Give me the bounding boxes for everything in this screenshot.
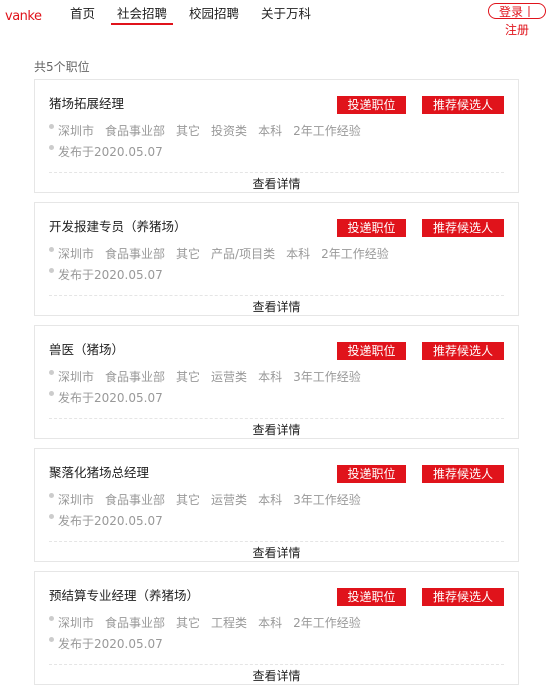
job-tag: 其它 bbox=[176, 124, 201, 138]
job-card: 开发报建专员（养猪场） 投递职位 推荐候选人 深圳市 食品事业部 其它 产品/项目类本… bbox=[34, 202, 519, 316]
recommend-candidate-button[interactable]: 推荐候选人 bbox=[422, 342, 504, 360]
divider bbox=[49, 418, 504, 419]
job-title[interactable]: 兽医（猪场） bbox=[49, 339, 124, 358]
job-title[interactable]: 预结算专业经理（养猪场） bbox=[49, 585, 199, 604]
job-tag: 工程类 bbox=[211, 616, 248, 630]
job-card: 预结算专业经理（养猪场） 投递职位 推荐候选人 深圳市 食品事业部 其它 工程类 本科 2… bbox=[34, 571, 519, 685]
divider bbox=[49, 172, 504, 173]
bullet-icon bbox=[49, 616, 54, 621]
job-tag: 本科 bbox=[258, 370, 283, 384]
job-tag: 2年工作经验 bbox=[293, 124, 361, 138]
job-list: 猪场拓展经理 投递职位 推荐候选人 深圳市 食品事业部 其它 投资类 本科 2年工作经验 … bbox=[34, 79, 519, 694]
register-link[interactable]: 注册 bbox=[505, 21, 529, 38]
job-tag: 其它 bbox=[176, 247, 201, 261]
job-tag: 深圳市 bbox=[58, 616, 95, 630]
job-tag: 运营类 bbox=[211, 370, 248, 384]
publish-date-row: 发布于2020.05.07 bbox=[49, 143, 163, 160]
bullet-icon bbox=[49, 637, 54, 642]
view-details-link[interactable]: 查看详情 bbox=[35, 544, 518, 561]
job-title[interactable]: 聚落化猪场总经理 bbox=[49, 462, 149, 481]
job-tags: 深圳市 食品事业部 其它 工程类 本科 2年工作经验 bbox=[49, 614, 372, 631]
job-tag: 食品事业部 bbox=[105, 124, 166, 138]
job-tag: 产品/项目类 bbox=[211, 247, 276, 261]
publish-date-row: 发布于2020.05.07 bbox=[49, 635, 163, 652]
job-tag: 投资类 bbox=[211, 124, 248, 138]
job-tags: 深圳市 食品事业部 其它 运营类 本科 3年工作经验 bbox=[49, 491, 372, 508]
bullet-icon bbox=[49, 145, 54, 150]
job-tag: 其它 bbox=[176, 370, 201, 384]
job-title[interactable]: 猪场拓展经理 bbox=[49, 93, 124, 112]
job-tag: 2年工作经验 bbox=[321, 247, 389, 261]
apply-button[interactable]: 投递职位 bbox=[337, 342, 406, 360]
publish-date-row: 发布于2020.05.07 bbox=[49, 512, 163, 529]
main-nav: 首页 社会招聘 校园招聘 关于万科 bbox=[64, 0, 327, 25]
bullet-icon bbox=[49, 247, 54, 252]
recommend-candidate-button[interactable]: 推荐候选人 bbox=[422, 588, 504, 606]
view-details-link[interactable]: 查看详情 bbox=[35, 175, 518, 192]
publish-date: 发布于2020.05.07 bbox=[58, 514, 163, 528]
recommend-candidate-button[interactable]: 推荐候选人 bbox=[422, 219, 504, 237]
bullet-icon bbox=[49, 268, 54, 273]
job-tag: 其它 bbox=[176, 493, 201, 507]
view-details-link[interactable]: 查看详情 bbox=[35, 298, 518, 315]
job-tag: 3年工作经验 bbox=[293, 493, 361, 507]
nav-home[interactable]: 首页 bbox=[64, 0, 101, 23]
publish-date: 发布于2020.05.07 bbox=[58, 637, 163, 651]
job-tags: 深圳市 食品事业部 其它 运营类 本科 3年工作经验 bbox=[49, 368, 372, 385]
job-tags: 深圳市 食品事业部 其它 投资类 本科 2年工作经验 bbox=[49, 122, 372, 139]
job-tag: 食品事业部 bbox=[105, 616, 166, 630]
job-tag: 本科 bbox=[258, 493, 283, 507]
vanke-logo[interactable]: vanke bbox=[5, 9, 42, 24]
view-details-link[interactable]: 查看详情 bbox=[35, 421, 518, 438]
job-tag: 本科 bbox=[286, 247, 311, 261]
job-tag: 本科 bbox=[258, 124, 283, 138]
job-tag: 深圳市 bbox=[58, 124, 95, 138]
job-card: 聚落化猪场总经理 投递职位 推荐候选人 深圳市 食品事业部 其它 运营类 本科 3年工作经… bbox=[34, 448, 519, 562]
job-tag: 本科 bbox=[258, 616, 283, 630]
nav-social-recruitment[interactable]: 社会招聘 bbox=[111, 0, 174, 25]
apply-button[interactable]: 投递职位 bbox=[337, 219, 406, 237]
job-tag: 深圳市 bbox=[58, 493, 95, 507]
job-count: 共5个职位 bbox=[34, 60, 90, 74]
publish-date: 发布于2020.05.07 bbox=[58, 391, 163, 405]
job-tags: 深圳市 食品事业部 其它 产品/项目类 本科 2年工作经验 bbox=[49, 245, 400, 262]
divider bbox=[49, 664, 504, 665]
bullet-icon bbox=[49, 391, 54, 396]
bullet-icon bbox=[49, 493, 54, 498]
job-tag: 2年工作经验 bbox=[293, 616, 361, 630]
apply-button[interactable]: 投递职位 bbox=[337, 96, 406, 114]
publish-date: 发布于2020.05.07 bbox=[58, 145, 163, 159]
job-tag: 深圳市 bbox=[58, 370, 95, 384]
job-tag: 食品事业部 bbox=[105, 370, 166, 384]
job-tag: 食品事业部 bbox=[105, 493, 166, 507]
top-navigation-bar: vanke 首页 社会招聘 校园招聘 关于万科 登录丨 注册 bbox=[0, 0, 551, 40]
nav-campus-recruitment[interactable]: 校园招聘 bbox=[183, 0, 245, 23]
job-tag: 食品事业部 bbox=[105, 247, 166, 261]
recommend-candidate-button[interactable]: 推荐候选人 bbox=[422, 465, 504, 483]
login-button[interactable]: 登录丨 bbox=[488, 3, 546, 19]
job-card: 猪场拓展经理 投递职位 推荐候选人 深圳市 食品事业部 其它 投资类 本科 2年工作经验 … bbox=[34, 79, 519, 193]
nav-about-vanke[interactable]: 关于万科 bbox=[255, 0, 317, 23]
view-details-link[interactable]: 查看详情 bbox=[35, 667, 518, 684]
job-tag: 运营类 bbox=[211, 493, 248, 507]
job-tag: 3年工作经验 bbox=[293, 370, 361, 384]
job-tag: 深圳市 bbox=[58, 247, 95, 261]
bullet-icon bbox=[49, 514, 54, 519]
divider bbox=[49, 541, 504, 542]
divider bbox=[49, 295, 504, 296]
publish-date-row: 发布于2020.05.07 bbox=[49, 266, 163, 283]
publish-date-row: 发布于2020.05.07 bbox=[49, 389, 163, 406]
apply-button[interactable]: 投递职位 bbox=[337, 588, 406, 606]
bullet-icon bbox=[49, 124, 54, 129]
publish-date: 发布于2020.05.07 bbox=[58, 268, 163, 282]
job-title[interactable]: 开发报建专员（养猪场） bbox=[49, 216, 187, 235]
recommend-candidate-button[interactable]: 推荐候选人 bbox=[422, 96, 504, 114]
bullet-icon bbox=[49, 370, 54, 375]
job-tag: 其它 bbox=[176, 616, 201, 630]
apply-button[interactable]: 投递职位 bbox=[337, 465, 406, 483]
job-card: 兽医（猪场） 投递职位 推荐候选人 深圳市 食品事业部 其它 运营类 本科 3年工作经验 … bbox=[34, 325, 519, 439]
